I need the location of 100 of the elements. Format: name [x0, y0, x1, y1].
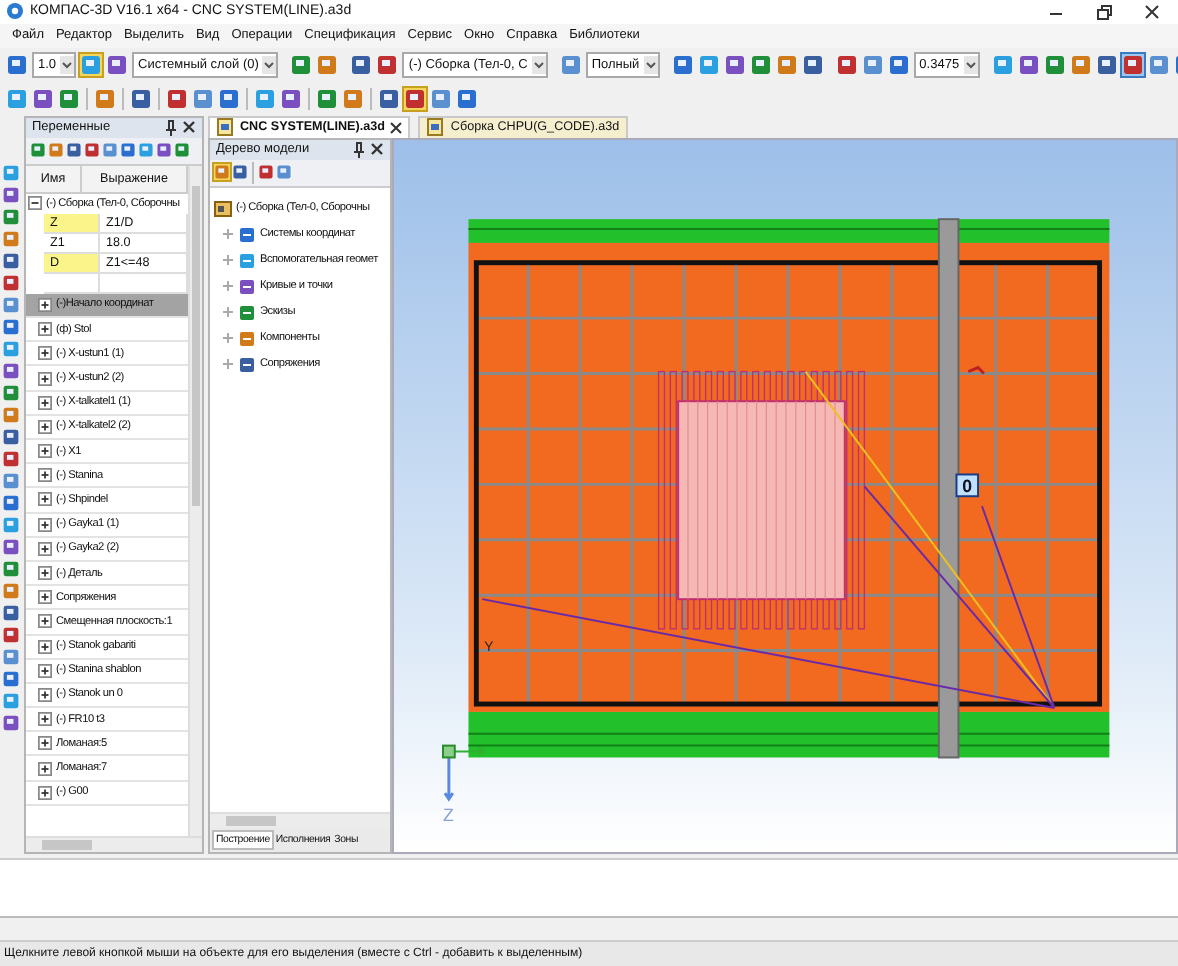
tool-icon[interactable] [2, 251, 20, 270]
tool-icon[interactable] [801, 53, 824, 76]
tool-icon[interactable] [2, 537, 20, 556]
collapse-icon[interactable] [28, 196, 42, 211]
expand-icon[interactable] [38, 663, 52, 678]
expand-icon[interactable] [38, 395, 52, 410]
tool-icon[interactable] [835, 53, 858, 76]
expand-icon[interactable] [38, 590, 52, 605]
tool-icon[interactable] [2, 185, 20, 204]
expand-icon[interactable] [38, 566, 52, 581]
tool-icon[interactable] [1069, 53, 1092, 76]
tool-icon[interactable] [2, 317, 20, 336]
tool-icon[interactable] [106, 53, 129, 76]
expand-icon[interactable] [38, 712, 52, 727]
tool-icon[interactable] [342, 87, 364, 110]
tool-icon[interactable] [861, 53, 884, 76]
tool-icon[interactable] [430, 87, 452, 110]
tool-icon[interactable] [174, 142, 190, 159]
tool-icon[interactable] [218, 87, 240, 110]
expand-icon[interactable] [38, 371, 52, 386]
tool-icon[interactable] [775, 53, 798, 76]
close-icon[interactable] [370, 142, 384, 157]
expand-icon[interactable] [38, 541, 52, 556]
close-icon[interactable] [182, 120, 196, 135]
tool-icon[interactable] [214, 164, 230, 181]
tool-icon[interactable] [2, 383, 20, 402]
expand-icon[interactable] [38, 785, 52, 800]
tool-icon[interactable] [156, 142, 172, 159]
tool-icon[interactable] [2, 339, 20, 358]
tool-icon[interactable] [2, 471, 20, 490]
pin-icon[interactable] [352, 141, 364, 158]
tool-icon[interactable] [2, 625, 20, 644]
tool-icon[interactable] [276, 164, 292, 181]
scrollbar[interactable] [26, 836, 202, 853]
tool-icon[interactable] [6, 87, 28, 110]
tool-icon[interactable] [456, 87, 478, 110]
tool-icon[interactable] [991, 53, 1014, 76]
tool-icon[interactable] [30, 142, 46, 159]
tool-icon[interactable] [32, 87, 54, 110]
expand-icon[interactable] [38, 761, 52, 776]
tool-icon[interactable] [1043, 53, 1066, 76]
tool-icon[interactable] [376, 53, 399, 76]
scrollbar[interactable] [188, 165, 202, 837]
tool-icon[interactable] [723, 53, 746, 76]
tool-icon[interactable] [2, 603, 20, 622]
tool-icon[interactable] [6, 53, 28, 76]
tool-icon[interactable] [254, 87, 276, 110]
tool-icon[interactable] [378, 87, 400, 110]
tool-icon[interactable] [2, 713, 20, 732]
tool-icon[interactable] [120, 142, 136, 159]
tool-icon[interactable] [290, 53, 313, 76]
expand-icon[interactable] [38, 419, 52, 434]
pin-icon[interactable] [164, 119, 176, 136]
tool-icon[interactable] [2, 691, 20, 710]
tool-icon[interactable] [84, 142, 100, 159]
tool-icon[interactable] [258, 164, 274, 181]
tool-icon[interactable] [94, 87, 116, 110]
tool-icon[interactable] [697, 53, 720, 76]
expand-icon[interactable] [38, 444, 52, 459]
close-icon[interactable] [1144, 3, 1160, 20]
dropdown-arrow-icon[interactable] [262, 55, 277, 74]
tool-icon[interactable] [316, 87, 338, 110]
tool-icon[interactable] [350, 53, 373, 76]
dropdown-arrow-icon[interactable] [963, 55, 978, 74]
tool-icon[interactable] [2, 295, 20, 314]
expand-icon[interactable] [38, 687, 52, 702]
tool-icon[interactable] [316, 53, 339, 76]
expand-icon[interactable] [38, 468, 52, 483]
tool-icon[interactable] [2, 669, 20, 688]
tool-icon[interactable] [1017, 53, 1040, 76]
expand-icon[interactable] [38, 322, 52, 337]
tool-icon[interactable] [102, 142, 118, 159]
tool-icon[interactable] [2, 273, 20, 292]
tool-icon[interactable] [2, 647, 20, 666]
tool-icon[interactable] [887, 53, 910, 76]
tool-icon[interactable] [192, 87, 214, 110]
close-icon[interactable] [390, 121, 403, 134]
restore-icon[interactable] [1096, 3, 1112, 20]
expand-icon[interactable] [38, 517, 52, 532]
tool-icon[interactable] [2, 207, 20, 226]
expand-icon[interactable] [38, 297, 52, 312]
tool-icon[interactable] [138, 142, 154, 159]
tool-icon[interactable] [66, 142, 82, 159]
dropdown-arrow-icon[interactable] [60, 55, 75, 74]
tool-icon[interactable] [2, 449, 20, 468]
tool-icon[interactable] [2, 493, 20, 512]
tool-icon[interactable] [2, 581, 20, 600]
expand-icon[interactable] [38, 736, 52, 751]
tool-icon[interactable] [671, 53, 694, 76]
expand-icon[interactable] [38, 346, 52, 361]
tool-icon[interactable] [1147, 53, 1170, 76]
tool-icon[interactable] [2, 405, 20, 424]
tool-icon[interactable] [130, 87, 152, 110]
tool-icon[interactable] [2, 361, 20, 380]
tool-icon[interactable] [2, 559, 20, 578]
tool-icon[interactable] [749, 53, 772, 76]
tool-icon[interactable] [1121, 53, 1144, 76]
expand-icon[interactable] [38, 492, 52, 507]
tool-icon[interactable] [1095, 53, 1118, 76]
tool-icon[interactable] [2, 515, 20, 534]
